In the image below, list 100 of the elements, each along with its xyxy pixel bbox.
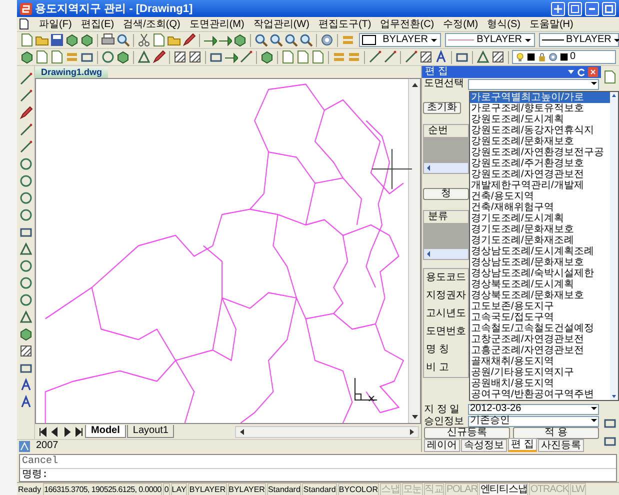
list-option[interactable]: 고속국도/접도구역 (470, 312, 610, 323)
document-menu-icon[interactable] (19, 18, 30, 30)
text-style-icon[interactable] (18, 395, 32, 409)
first-page-icon[interactable] (37, 426, 48, 438)
panel-button[interactable]: 청 (423, 188, 469, 200)
list-scrollbar[interactable] (610, 92, 618, 400)
list-option[interactable]: 경상북도조례/문화재보호 (470, 290, 610, 301)
pencil-icon[interactable] (18, 106, 32, 120)
save-icon[interactable] (50, 33, 64, 47)
last-page-icon[interactable] (73, 426, 84, 438)
zoom-icon[interactable] (284, 33, 298, 47)
panel-tab[interactable]: 속성정보 (461, 439, 507, 452)
arrow-icon[interactable] (224, 50, 238, 64)
list-option[interactable]: 고창군조례/자연경관보전 (470, 334, 610, 345)
zoom-icon[interactable] (299, 33, 313, 47)
vertical-scrollbar[interactable] (408, 79, 420, 423)
minimize-button[interactable] (585, 2, 599, 16)
line-icon[interactable] (18, 140, 32, 154)
text-style-icon[interactable] (18, 378, 32, 392)
line-icon[interactable] (18, 123, 32, 137)
list-option[interactable]: 강원도조례/도시계획 (470, 114, 610, 125)
arrow-icon[interactable] (218, 33, 232, 47)
hatch-icon[interactable] (419, 50, 433, 64)
panel-tab[interactable]: 레이어 (424, 439, 460, 452)
menu-item[interactable]: 업무전환(C) (380, 18, 434, 30)
list-option[interactable]: 개발제한구역관리/개발제 (470, 180, 610, 191)
menu-item[interactable]: 검색/조회(Q) (123, 18, 180, 30)
date-field[interactable]: 2012-03-26 (468, 404, 599, 414)
circle-icon[interactable] (18, 157, 32, 171)
list-option[interactable]: 강원도조례/주거환경보호 (470, 158, 610, 169)
line-icon[interactable] (404, 50, 418, 64)
line-icon[interactable] (368, 50, 382, 64)
panel-tab[interactable]: 편 집 (508, 438, 537, 452)
circle-icon[interactable] (18, 208, 32, 222)
layer-dropdown[interactable]: 0 (512, 50, 616, 64)
hatch-icon[interactable] (188, 50, 202, 64)
list-option[interactable]: 경기도조례/문화재조례 (470, 235, 610, 246)
scissors-icon[interactable] (137, 33, 151, 47)
list-option[interactable]: 건축/재해위험구역 (470, 202, 610, 213)
horizontal-scrollbar[interactable] (424, 163, 468, 173)
list-option[interactable]: 가로구조례/향토유적보호 (470, 103, 610, 114)
close-icon[interactable] (588, 67, 598, 77)
list-option[interactable]: 건축/용도지역 (470, 191, 610, 202)
list-option[interactable]: 고속철도/고속철도건설예정 (470, 323, 610, 334)
list-option[interactable]: 공여구역/반환공여구역주변 (470, 389, 610, 400)
action-button[interactable]: 신규등록 (424, 427, 510, 439)
menu-item[interactable]: 수정(M) (443, 18, 478, 30)
line-icon[interactable] (18, 72, 32, 86)
printer-icon[interactable] (101, 33, 115, 47)
line-icon[interactable] (18, 89, 32, 103)
line-icon[interactable] (383, 50, 397, 64)
color-dropdown[interactable]: BYLAYER (359, 33, 441, 47)
command-prompt[interactable]: 명령: (20, 469, 616, 482)
layout-tab[interactable]: Layout1 (126, 425, 174, 438)
menu-item[interactable]: 파일(F) (39, 18, 72, 30)
menu-item[interactable]: 작업관리(W) (253, 18, 310, 30)
scroll-up-icon[interactable] (610, 92, 618, 100)
text-style-icon[interactable] (434, 50, 448, 64)
action-button[interactable]: 적 용 (513, 427, 599, 439)
list-option[interactable]: 가로구역별최고높이/가로 (470, 92, 610, 103)
triangle-icon[interactable] (18, 310, 32, 324)
refresh-icon[interactable] (577, 68, 586, 76)
dropdown-arrow-icon[interactable] (567, 68, 575, 76)
menu-item[interactable]: 도움말(H) (529, 18, 574, 30)
list-option[interactable]: 경기도조례/문화재보호 (470, 224, 610, 235)
reset-button[interactable]: 초기화 (423, 102, 461, 114)
pencil-icon[interactable] (182, 33, 196, 47)
list-option[interactable]: 고흥군조례/자연경관보전 (470, 345, 610, 356)
circle-icon[interactable] (101, 50, 115, 64)
panel-tab[interactable]: 사진등록 (538, 439, 584, 452)
list-option[interactable]: 강원도조례/자연경관보전 (470, 169, 610, 180)
list-option[interactable]: 강원도조례/자연환경보전구공 (470, 147, 610, 158)
list-option[interactable]: 강원도조례/동강자연휴식지 (470, 125, 610, 136)
list-option[interactable]: 강원도조례/문화재보호 (470, 136, 610, 147)
new-document-icon[interactable] (603, 70, 617, 84)
arrow-icon[interactable] (203, 33, 217, 47)
triangle-icon[interactable] (137, 50, 151, 64)
new-document-icon[interactable] (50, 50, 64, 64)
pencil-icon[interactable] (152, 50, 166, 64)
approval-dropdown[interactable]: 기존승인 (468, 416, 599, 426)
circle-icon[interactable] (18, 191, 32, 205)
menu-item[interactable]: 형식(S) (487, 18, 520, 30)
hatch-icon[interactable] (491, 50, 505, 64)
line-icon[interactable] (239, 50, 253, 64)
maximize-button[interactable] (602, 2, 616, 16)
tile-windows-button[interactable] (551, 2, 565, 16)
menu-item[interactable]: 편집도구(T) (318, 18, 372, 30)
linetype-dropdown[interactable]: BYLAYER (445, 33, 535, 47)
triangle-icon[interactable] (476, 50, 490, 64)
list-option[interactable]: 경상남도조례/문화재보호 (470, 257, 610, 268)
menu-item[interactable]: 편집(E) (80, 18, 114, 30)
hatch-icon[interactable] (173, 50, 187, 64)
new-document-icon[interactable] (20, 33, 34, 47)
triangle-icon[interactable] (18, 242, 32, 256)
circle-icon[interactable] (18, 259, 32, 273)
previous-page-icon[interactable] (49, 426, 60, 438)
document-tab[interactable]: Drawing1.dwg (35, 67, 108, 78)
zoom-icon[interactable] (269, 33, 283, 47)
lineweight-dropdown[interactable]: BYLAYER (539, 33, 619, 47)
list-option[interactable]: 경상북도조례/도시계획 (470, 279, 610, 290)
